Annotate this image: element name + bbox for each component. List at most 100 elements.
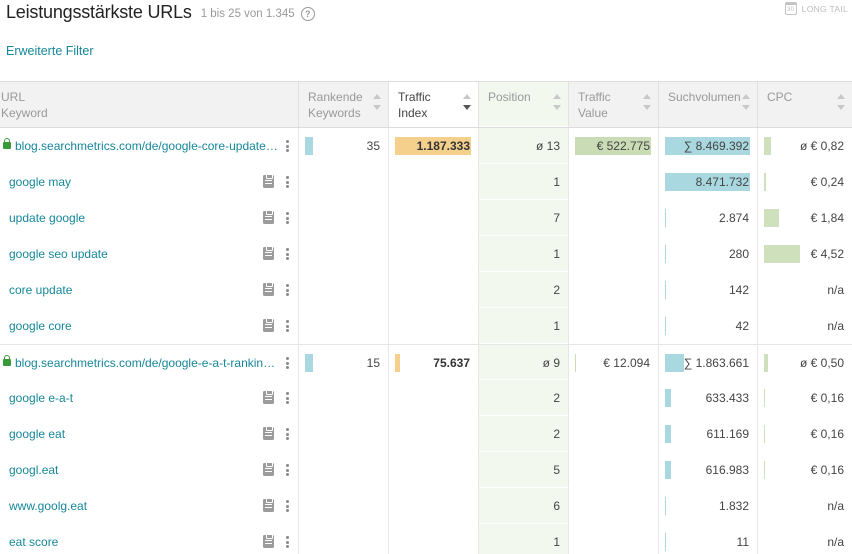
cpc-value: € 0,16 (810, 391, 844, 405)
cpc-value: ø € 0,82 (799, 139, 844, 153)
traffic-index-cell (389, 200, 479, 236)
longtail-toggle[interactable]: 30 LONG TAIL (784, 2, 848, 15)
search-volume-value: 1.832 (718, 499, 749, 513)
cpc-cell: € 0,16 (758, 416, 852, 452)
url-link[interactable]: blog.searchmetrics.com/de/google-core-up… (15, 128, 280, 164)
position-value: 1 (553, 319, 560, 333)
sort-icon[interactable] (742, 94, 751, 114)
col-ranking-keywords-header[interactable]: Rankende Keywords (299, 82, 389, 127)
more-options-icon[interactable] (286, 212, 289, 224)
search-volume-cell: 611.169 (659, 416, 758, 452)
clipboard-icon[interactable] (263, 282, 274, 296)
traffic-index-value: 75.637 (433, 356, 470, 370)
more-options-icon[interactable] (286, 140, 289, 152)
clipboard-icon[interactable] (263, 498, 274, 512)
position-value: 1 (553, 535, 560, 549)
sort-icon[interactable] (553, 94, 562, 114)
sort-desc-icon (463, 105, 471, 110)
cpc-cell: € 4,52 (758, 236, 852, 272)
sort-asc-icon (553, 94, 561, 99)
traffic-value-value: € 12.094 (603, 356, 650, 370)
traffic-index-value: 1.187.333 (416, 139, 470, 153)
sort-desc-icon (373, 105, 381, 110)
advanced-filter-link[interactable]: Erweiterte Filter (6, 44, 94, 58)
col-cpc-header[interactable]: CPC (758, 82, 852, 127)
keyword-link[interactable]: google eat (9, 416, 65, 452)
ranking-keywords-cell (299, 380, 389, 416)
keyword-link[interactable]: google seo update (9, 236, 108, 272)
clipboard-icon[interactable] (263, 534, 274, 548)
sort-icon[interactable] (373, 94, 382, 114)
traffic-value-cell (569, 524, 659, 554)
more-options-icon[interactable] (286, 284, 289, 296)
more-options-icon[interactable] (286, 428, 289, 440)
url-link[interactable]: blog.searchmetrics.com/de/google-e-a-t-r… (15, 345, 280, 381)
traffic-index-cell (389, 272, 479, 308)
position-value: 1 (553, 247, 560, 261)
ranking-keywords-cell (299, 524, 389, 554)
sort-icon[interactable] (463, 94, 472, 114)
url-keyword-cell: google eat (0, 416, 299, 452)
traffic-index-cell (389, 308, 479, 344)
clipboard-icon[interactable] (263, 246, 274, 260)
keyword-link[interactable]: core update (9, 272, 72, 308)
more-options-icon[interactable] (286, 536, 289, 548)
search-volume-cell: 616.983 (659, 452, 758, 488)
keyword-link[interactable]: google may (9, 164, 71, 200)
keyword-link[interactable]: googl.eat (9, 452, 58, 488)
col-traffic-index-header[interactable]: Traffic Index (389, 82, 479, 127)
col-search-volume-header[interactable]: Suchvolumen (659, 82, 758, 127)
search-volume-value: 42 (735, 319, 749, 333)
clipboard-icon[interactable] (263, 462, 274, 476)
col-position-header[interactable]: Position (479, 82, 569, 127)
keyword-link[interactable]: google core (9, 308, 72, 344)
ranking-keywords-bar (305, 354, 313, 372)
cpc-value: n/a (827, 499, 844, 513)
ranking-keywords-cell (299, 164, 389, 200)
url-keyword-cell: blog.searchmetrics.com/de/google-core-up… (0, 128, 299, 164)
position-cell: 7 (479, 200, 569, 236)
clipboard-icon[interactable] (263, 174, 274, 188)
cpc-value: € 0,16 (810, 463, 844, 477)
clipboard-icon[interactable] (263, 318, 274, 332)
sort-icon[interactable] (837, 94, 846, 114)
search-volume-cell: 2.874 (659, 200, 758, 236)
keyword-link[interactable]: update google (9, 200, 85, 236)
sort-asc-icon (643, 94, 651, 99)
search-volume-value: 142 (728, 283, 749, 297)
sort-asc-icon (463, 94, 471, 99)
ranking-keywords-value: 15 (366, 356, 380, 370)
keyword-link[interactable]: www.goolg.eat (9, 488, 87, 524)
traffic-value-cell (569, 308, 659, 344)
position-cell: 1 (479, 524, 569, 554)
keyword-link[interactable]: google e-a-t (9, 380, 73, 416)
search-volume-bar (665, 354, 684, 372)
more-options-icon[interactable] (286, 248, 289, 260)
sort-desc-icon (553, 105, 561, 110)
help-icon[interactable]: ? (300, 6, 315, 21)
cpc-value: ø € 0,50 (799, 356, 844, 370)
col-traffic-value-header[interactable]: Traffic Value (569, 82, 659, 127)
clipboard-icon[interactable] (263, 426, 274, 440)
more-options-icon[interactable] (286, 500, 289, 512)
clipboard-icon[interactable] (263, 210, 274, 224)
sort-icon[interactable] (643, 94, 652, 114)
more-options-icon[interactable] (286, 392, 289, 404)
cpc-cell: n/a (758, 524, 852, 554)
position-value: 7 (553, 211, 560, 225)
more-options-icon[interactable] (286, 320, 289, 332)
traffic-index-cell (389, 452, 479, 488)
position-value: ø 9 (542, 356, 560, 370)
more-options-icon[interactable] (286, 464, 289, 476)
ranking-keywords-cell: 35 (299, 128, 389, 164)
more-options-icon[interactable] (286, 357, 289, 369)
clipboard-icon[interactable] (263, 390, 274, 404)
search-volume-cell: ∑ 1.863.661 (659, 345, 758, 380)
traffic-index-cell (389, 488, 479, 524)
more-options-icon[interactable] (286, 176, 289, 188)
cpc-cell: € 0,16 (758, 380, 852, 416)
traffic-value-cell (569, 488, 659, 524)
calendar-icon: 30 (784, 2, 797, 15)
ranking-keywords-value: 35 (366, 139, 380, 153)
keyword-link[interactable]: eat score (9, 524, 58, 554)
